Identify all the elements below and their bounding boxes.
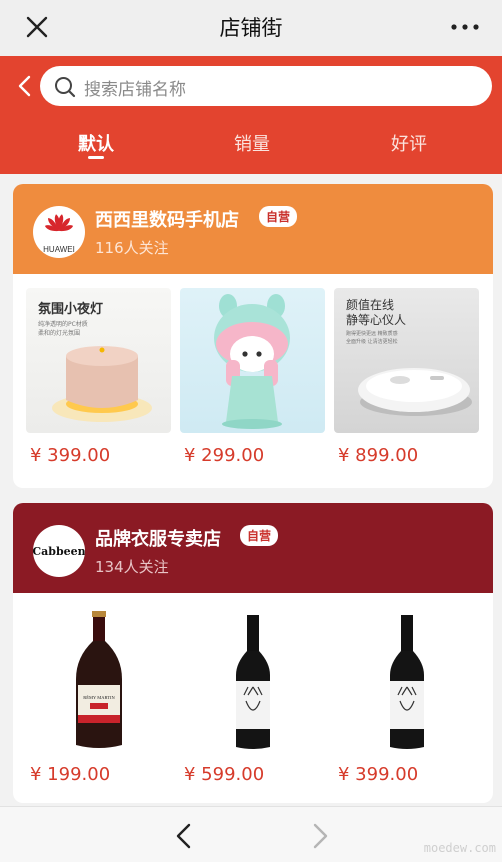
product-image-title: 颜值在线 静等心仪人 [346,298,407,327]
wine-bottle-illustration [390,615,424,749]
tab-rating[interactable]: 好评 [369,130,449,156]
product-price: ¥ 599.00 [184,764,265,785]
back-arrow-icon[interactable] [172,823,196,849]
shop-name[interactable]: 品牌衣服专卖店 [95,525,221,551]
product-image-subtitle: 跑得更快更远 精致质感 全面升级 让清洁更轻松 [346,331,398,345]
follower-count: 116人关注 [95,239,169,257]
watermark: moedew.com [423,841,496,855]
wine-bottle-illustration [236,615,270,749]
top-nav-bar: 店铺街 [0,0,502,56]
product-item[interactable]: ¥ 399.00 [334,607,479,785]
product-list: RÉMY MARTIN ¥ 199.00 ¥ 599.00 ¥ 399.00 [13,593,493,803]
product-price: ¥ 399.00 [338,764,419,785]
product-item[interactable]: 颜值在线 静等心仪人 跑得更快更远 精致质感 全面升级 让清洁更轻松 ¥ 899… [334,288,479,466]
active-tab-indicator [88,156,104,159]
huawei-logo-text: HUAWEI [43,245,75,254]
self-operated-badge: 自营 [259,206,298,227]
search-icon [55,77,76,98]
shop-card[interactable]: HUAWEI 西西里数码手机店 自营 116人关注 氛围小夜灯 纯净透明的PC材… [13,184,493,488]
more-options-icon[interactable] [450,18,480,36]
forward-arrow-icon[interactable] [308,823,332,849]
product-price: ¥ 299.00 [184,445,265,466]
search-header: 搜索店铺名称 默认 销量 好评 [0,56,502,174]
shop-logo-huawei: HUAWEI [33,206,85,258]
page-title: 店铺街 [219,16,283,40]
product-price: ¥ 899.00 [338,445,419,466]
product-price: ¥ 399.00 [30,445,111,466]
product-image-toy-figure[interactable] [180,288,325,433]
night-lamp-illustration [52,346,152,422]
bottle-label-text: RÉMY MARTIN [83,695,115,700]
product-item[interactable]: 氛围小夜灯 纯净透明的PC材质 柔和的灯光氛围 ¥ 399.00 [26,288,171,466]
self-operated-badge: 自营 [240,525,279,546]
tab-sales[interactable]: 销量 [212,130,292,156]
robot-vacuum-illustration [358,368,472,416]
shop-card-header[interactable]: HUAWEI 西西里数码手机店 自营 116人关注 [13,184,493,274]
product-image-night-lamp[interactable]: 氛围小夜灯 纯净透明的PC材质 柔和的灯光氛围 [26,288,171,433]
product-image-title: 氛围小夜灯 [38,302,104,317]
shop-search-field[interactable]: 搜索店铺名称 [40,66,492,106]
cabbeen-logo-text: Cabbeen [33,544,85,558]
product-image-cognac-bottle[interactable]: RÉMY MARTIN [26,607,171,752]
product-price: ¥ 199.00 [30,764,111,785]
product-item[interactable]: ¥ 299.00 [180,288,325,466]
cognac-bottle-illustration: RÉMY MARTIN [76,611,122,748]
shop-logo-cabbeen: Cabbeen [33,525,85,577]
toy-figure-illustration [214,294,290,429]
product-item[interactable]: ¥ 599.00 [180,607,325,785]
search-placeholder: 搜索店铺名称 [84,80,186,100]
product-image-robot-vacuum[interactable]: 颜值在线 静等心仪人 跑得更快更远 精致质感 全面升级 让清洁更轻松 [334,288,479,433]
browser-bottom-bar: moedew.com [0,806,502,862]
shop-name[interactable]: 西西里数码手机店 [95,206,239,232]
product-list: 氛围小夜灯 纯净透明的PC材质 柔和的灯光氛围 ¥ 399.00 ¥ 299.0… [13,274,493,488]
product-item[interactable]: RÉMY MARTIN ¥ 199.00 [26,607,171,785]
product-image-wine-bottle[interactable] [334,607,479,752]
follower-count: 134人关注 [95,558,169,576]
back-chevron-icon[interactable] [14,75,36,97]
tab-default[interactable]: 默认 [56,130,136,156]
product-image-wine-bottle[interactable] [180,607,325,752]
shop-card[interactable]: Cabbeen 品牌衣服专卖店 自营 134人关注 RÉMY MARTIN ¥ … [13,503,493,803]
shop-card-header[interactable]: Cabbeen 品牌衣服专卖店 自营 134人关注 [13,503,493,593]
